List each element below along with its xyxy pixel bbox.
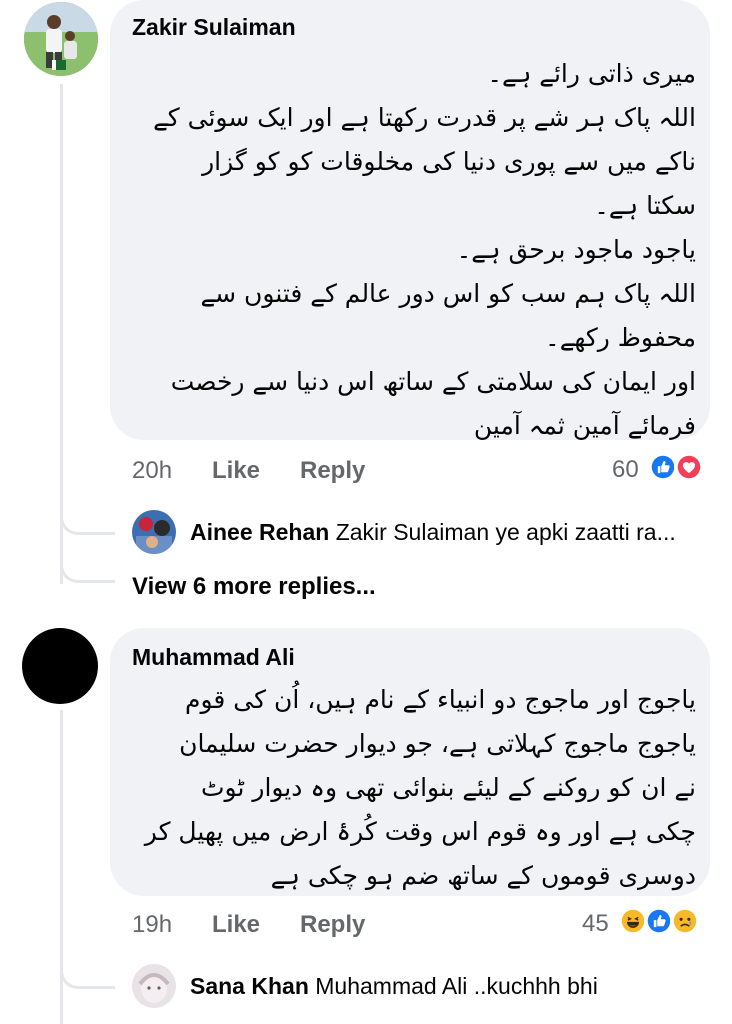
reply-snippet: Zakir Sulaiman ye apki zaatti ra... — [335, 519, 676, 545]
comment-line: فرمائے آمین ثمہ آمین — [473, 411, 696, 440]
comment-line: اللہ پاک ہر شے پر قدرت رکھتا ہے اور ایک … — [153, 103, 696, 132]
comment-line: یاجود ماجود برحق ہے۔ — [456, 235, 696, 264]
reply-author[interactable]: Ainee Rehan — [190, 519, 329, 545]
comment-line: اور ایمان کی سلامتی کے ساتھ اس دنیا سے ر… — [170, 367, 696, 396]
reaction-count: 45 — [582, 910, 609, 937]
comment-line: محفوظ رکھے۔ — [545, 323, 696, 352]
comment-line: ناکے میں سے پوری دنیا کی مخلوقات کو کو گ… — [202, 147, 696, 176]
reply-preview[interactable]: Sana Khan Muhammad Ali ..kuchhh bhi — [190, 973, 598, 1000]
comment-line: یاجوج اور ماجوج دو انبیاء کے نام ہیں، اُ… — [184, 685, 696, 714]
comment-timestamp[interactable]: 20h — [132, 457, 172, 485]
reply-author[interactable]: Sana Khan — [190, 973, 309, 999]
comment-line: چکی ہے اور وہ قوم اس وقت کُرۂ ارض میں پھ… — [144, 817, 696, 846]
reactions-summary[interactable]: 60 — [612, 452, 712, 486]
reply-connector — [60, 490, 115, 535]
avatar-ainee-rehan[interactable] — [132, 510, 176, 554]
comment-author[interactable]: Zakir Sulaiman — [132, 14, 296, 41]
reply-button[interactable]: Reply — [300, 457, 365, 485]
reply-button[interactable]: Reply — [300, 911, 365, 939]
comment-author[interactable]: Muhammad Ali — [132, 644, 295, 671]
avatar-sana-khan[interactable] — [132, 964, 176, 1008]
avatar-photo — [24, 2, 98, 76]
avatar-zakir-sulaiman[interactable] — [24, 2, 98, 76]
sad-icon — [670, 906, 700, 936]
love-icon — [674, 452, 704, 482]
avatar-photo — [132, 510, 176, 554]
view-more-replies-link[interactable]: View 6 more replies... — [132, 573, 376, 601]
comment-line: یاجوج ماجوج کہلاتی ہے، جو دیوار حضرت سلی… — [179, 729, 696, 758]
comment-line: میری ذاتی رائے ہے۔ — [487, 59, 696, 88]
avatar-photo — [132, 964, 176, 1008]
comment-line: نے ان کو روکنے کے لیئے بنوائی تھی وہ دیو… — [201, 773, 696, 802]
reply-preview[interactable]: Ainee Rehan Zakir Sulaiman ye apki zaatt… — [190, 519, 676, 546]
comment-timestamp[interactable]: 19h — [132, 911, 172, 939]
comment-text: میری ذاتی رائے ہے۔ اللہ پاک ہر شے پر قدر… — [153, 52, 696, 448]
reactions-summary[interactable]: 45 — [582, 906, 712, 940]
reply-snippet: Muhammad Ali ..kuchhh bhi — [315, 973, 598, 999]
reply-connector — [60, 944, 115, 989]
comment-line: دوسری قوموں کے ساتھ ضم ہو چکی ہے — [270, 861, 696, 890]
more-replies-connector — [60, 535, 115, 583]
like-button[interactable]: Like — [212, 911, 260, 939]
comment-line: اللہ پاک ہم سب کو اس دور عالم کے فتنوں س… — [200, 279, 697, 308]
comment-text: یاجوج اور ماجوج دو انبیاء کے نام ہیں، اُ… — [145, 678, 696, 898]
avatar-muhammad-ali[interactable] — [22, 628, 98, 704]
like-button[interactable]: Like — [212, 457, 260, 485]
reaction-count: 60 — [612, 456, 639, 483]
comment-line: سکتا ہے۔ — [594, 191, 696, 220]
